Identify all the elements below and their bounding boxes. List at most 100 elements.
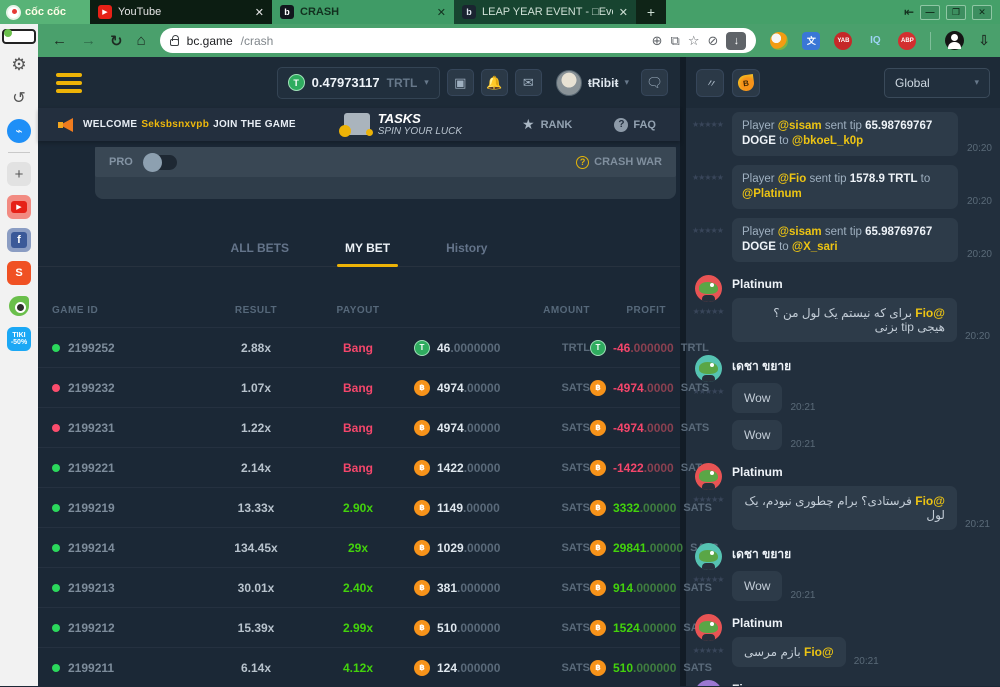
download-indicator-icon[interactable]: ↓ [726, 32, 746, 50]
bcgame-favicon: b [280, 5, 294, 19]
chat-messages: ★★★★★Player @sisam sent tip 65.98769767 … [686, 108, 1000, 686]
abp-extension-icon[interactable]: ABP [898, 32, 916, 50]
forward-icon[interactable]: → [81, 32, 96, 49]
zoom-icon[interactable]: ⊕ [652, 33, 663, 49]
wallet-button[interactable]: ▣ [447, 69, 474, 96]
back-icon[interactable]: ← [52, 32, 67, 49]
adblock-shield-icon[interactable]: ⊘ [707, 33, 718, 49]
chat-username: เดชา ขยาย [732, 545, 990, 564]
iq-extension-icon[interactable]: IQ [866, 32, 884, 50]
downloads-tray-icon[interactable]: ⇩ [978, 32, 990, 49]
mail-button[interactable]: ✉ [515, 69, 542, 96]
balance-selector[interactable]: T 0.47973117 TRTL ▾ [277, 67, 440, 99]
avatar[interactable] [695, 463, 722, 490]
user-menu[interactable]: ŧRibiŧ ▾ [556, 70, 629, 96]
pro-toggle[interactable] [143, 155, 177, 170]
tab-leap-year-event[interactable]: b LEAP YEAR EVENT - □Event - ✕ [454, 0, 636, 24]
tab-history[interactable]: History [444, 229, 489, 266]
shopee-shortcut-icon[interactable]: S [7, 261, 31, 285]
btc-coin-icon: ฿ [590, 460, 606, 476]
result-value: 1.22x [210, 421, 302, 435]
history-icon[interactable]: ↺ [7, 86, 31, 110]
tab-close-icon[interactable]: ✕ [437, 6, 446, 19]
avatar[interactable] [695, 614, 722, 641]
table-row: 21992311.22xBang฿4974.00000SATS฿-4974.00… [38, 407, 680, 447]
bookmark-star-icon[interactable]: ☆ [688, 33, 700, 49]
tiki-shortcut-icon[interactable]: TIKI-50% [7, 327, 31, 351]
menu-hamburger-icon[interactable] [56, 73, 82, 93]
btc-coin-icon: ฿ [414, 460, 430, 476]
yab-extension-icon[interactable]: YAB [834, 32, 852, 50]
faq-link[interactable]: ? FAQ [614, 118, 656, 132]
channel-selector[interactable]: Global ▾ [884, 68, 990, 98]
message-bubble: Wow [732, 420, 782, 450]
profit-value: -4974.0000 [613, 421, 674, 435]
fireball-button[interactable]: B [732, 69, 760, 97]
coccoc-savings-extension-icon[interactable] [770, 32, 788, 50]
currency-unit: SATS [561, 582, 590, 594]
timestamp: 20:20 [967, 249, 992, 260]
status-dot-icon [52, 584, 60, 592]
chevron-down-icon: ▾ [974, 77, 979, 88]
tab-close-icon[interactable]: ✕ [255, 6, 264, 19]
new-tab-button[interactable]: + [636, 0, 666, 24]
youtube-shortcut-icon[interactable]: ▶ [7, 195, 31, 219]
tip-bubble: Player @sisam sent tip 65.98769767 DOGE … [732, 112, 958, 156]
translate-icon[interactable]: ⧉ [671, 33, 680, 49]
trtl-coin-icon: T [288, 74, 305, 91]
settings-gear-icon[interactable]: ⚙ [7, 53, 31, 77]
timestamp: 20:21 [790, 402, 815, 413]
timestamp: 20:21 [790, 590, 815, 601]
reload-icon[interactable]: ↻ [110, 32, 123, 50]
tab-youtube[interactable]: ▶ YouTube ✕ [90, 0, 272, 24]
crash-war-link[interactable]: ? CRASH WAR [576, 156, 662, 169]
sidebar-toggle-icon[interactable] [2, 29, 36, 44]
address-bar[interactable]: bc.game /crash ⊕ ⧉ ☆ ⊘ ↓ [160, 28, 757, 53]
tasks-link[interactable]: TASKSSPIN YOUR LUCK [344, 112, 462, 137]
avatar[interactable] [695, 355, 722, 382]
avatar[interactable] [695, 680, 722, 686]
collapse-icon[interactable]: ⇤ [904, 5, 914, 19]
rank-link[interactable]: ★ RANK [522, 116, 572, 133]
tab-close-icon[interactable]: ✕ [619, 6, 628, 19]
browser-toolbar: ← → ↻ ⌂ bc.game /crash ⊕ ⧉ ☆ ⊘ ↓ 文 YAB I… [38, 24, 1000, 57]
status-dot-icon [52, 344, 60, 352]
balance-currency: TRTL [387, 76, 418, 90]
avatar [556, 70, 582, 96]
facebook-shortcut-icon[interactable]: f [7, 228, 31, 252]
minimize-button[interactable]: — [920, 5, 940, 20]
chat-header: 〃 B Global ▾ [686, 57, 1000, 108]
payout-value: Bang [302, 421, 414, 435]
result-value: 134.45x [210, 541, 302, 555]
coccoc-logo[interactable]: cốc cốc [0, 0, 90, 24]
notifications-bell-button[interactable]: 🔔 [481, 69, 508, 96]
avatar[interactable] [695, 275, 722, 302]
profile-icon[interactable] [945, 31, 964, 50]
coccoc-green-icon[interactable] [7, 294, 31, 318]
timestamp: 20:21 [790, 439, 815, 450]
game-id: 2199221 [68, 461, 115, 475]
currency-unit: SATS [561, 662, 590, 674]
avatar[interactable] [695, 543, 722, 570]
home-icon[interactable]: ⌂ [137, 32, 146, 49]
balance-amount: 0.47973117 [312, 75, 380, 90]
messenger-icon[interactable]: ⌁ [7, 119, 31, 143]
chevron-down-icon: ▾ [624, 77, 629, 88]
chat-toggle-button[interactable]: 🗨 [641, 69, 668, 96]
currency-unit: TRTL [562, 342, 590, 354]
chat-message: ★★★★★Fio [692, 680, 990, 686]
restore-button[interactable]: ❐ [946, 5, 966, 20]
payout-value: 29x [302, 541, 414, 555]
coin-rain-button[interactable]: 〃 [696, 69, 724, 97]
tab-all-bets[interactable]: ALL BETS [229, 229, 291, 266]
btc-coin-icon: ฿ [414, 500, 430, 516]
translate-extension-icon[interactable]: 文 [802, 32, 820, 50]
table-row: 219921215.39x2.99x฿510.000000SATS฿1524.0… [38, 607, 680, 647]
close-button[interactable]: ✕ [972, 5, 992, 20]
tab-crash-active[interactable]: b CRASH ✕ [272, 0, 454, 24]
site-header: T 0.47973117 TRTL ▾ ▣ 🔔 ✉ ŧRibiŧ ▾ 🗨 [38, 57, 680, 108]
table-row: 2199214134.45x29x฿1029.00000SATS฿29841.0… [38, 527, 680, 567]
add-shortcut-icon[interactable]: + [7, 162, 31, 186]
browser-tab-bar: cốc cốc ▶ YouTube ✕ b CRASH ✕ b LEAP YEA… [0, 0, 1000, 24]
tab-my-bet[interactable]: MY BET [343, 229, 392, 266]
